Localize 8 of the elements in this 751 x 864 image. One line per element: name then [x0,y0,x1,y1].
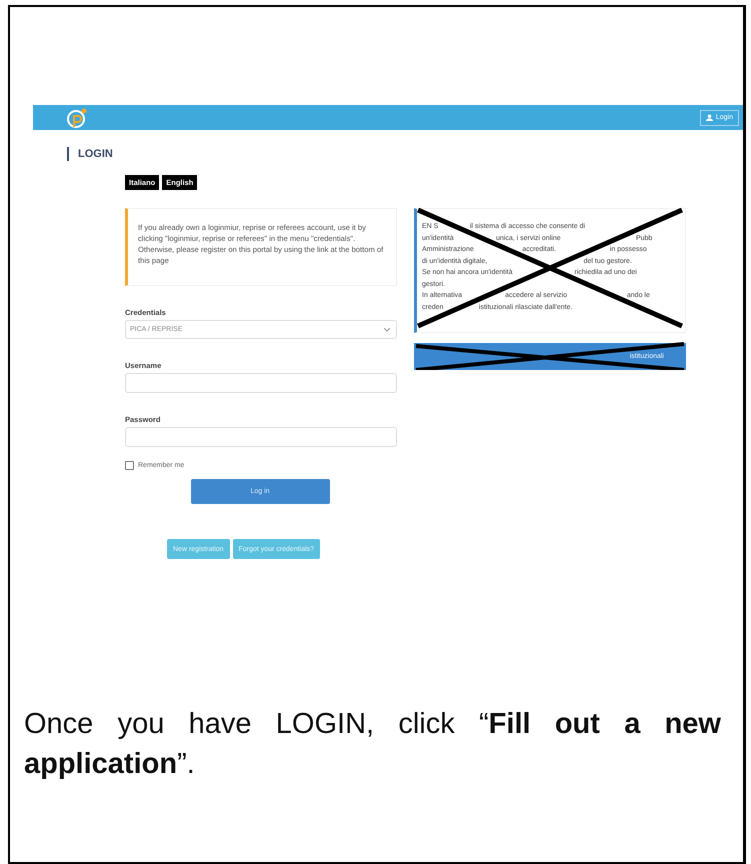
instruction-text: Once you have LOGIN, click “Fill out a new application”. [24,707,721,782]
page-title: LOGIN [67,147,743,161]
username-field[interactable] [125,373,397,393]
user-icon [706,114,713,121]
password-field[interactable] [125,427,397,447]
logo-icon [66,106,88,128]
chevron-icon [384,328,390,332]
remember-checkbox[interactable] [125,461,134,470]
